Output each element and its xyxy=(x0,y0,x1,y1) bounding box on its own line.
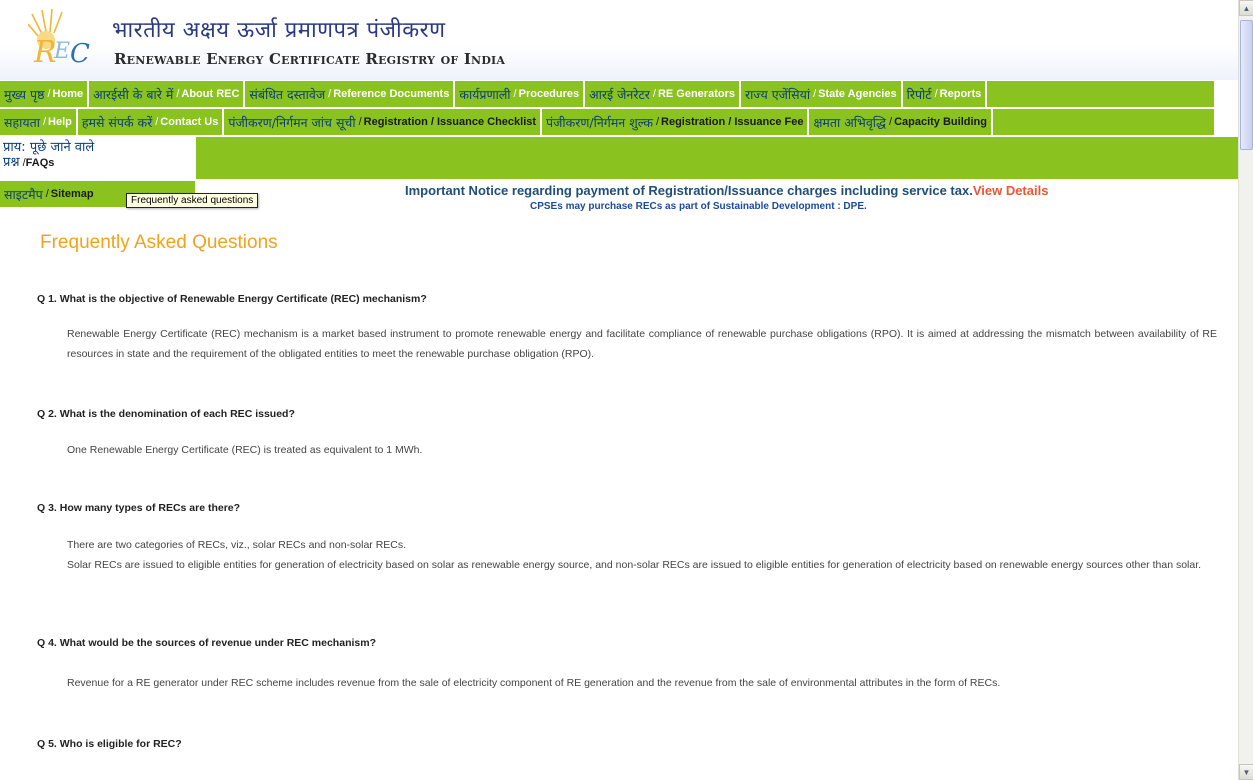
view-details-link[interactable]: View Details xyxy=(973,183,1049,198)
faq-label-line2: प्रश्न / FAQs xyxy=(3,155,55,170)
faq-question-5: Q 5. Who is eligible for REC? xyxy=(37,738,182,750)
welcome-guest-text: Welcome Guest xyxy=(1152,3,1235,15)
faq-answer-4: Revenue for a RE generator under REC sch… xyxy=(67,677,1001,689)
svg-text:C: C xyxy=(70,39,90,69)
faq-answer-3-line-1: There are two categories of RECs, viz., … xyxy=(67,539,407,551)
notice-text: Important Notice regarding payment of Re… xyxy=(405,183,973,198)
svg-text:E: E xyxy=(53,39,70,64)
faq-answer-1: Renewable Energy Certificate (REC) mecha… xyxy=(67,328,1217,360)
nav-state-agencies[interactable]: राज्य एजेंसियां / State Agencies xyxy=(741,81,903,107)
faq-answer-2: One Renewable Energy Certificate (REC) i… xyxy=(67,444,423,456)
site-header: R E C भारतीय अक्षय ऊर्जा प्रमाणपत्र पंजी… xyxy=(0,0,1238,80)
faq-tooltip: Frequently asked questions xyxy=(126,193,259,208)
main-nav-row-3: प्राय: पूछे जाने वाले प्रश्न / FAQs xyxy=(0,137,1238,179)
nav-about-rec[interactable]: आरईसी के बारे में / About REC xyxy=(89,81,246,107)
main-nav-row-1: मुख्य पृष्ठ / Home आरईसी के बारे में / About… xyxy=(0,81,1214,107)
scrollbar-thumb[interactable] xyxy=(1240,20,1253,150)
nav-faqs[interactable]: प्राय: पूछे जाने वाले प्रश्न / FAQs xyxy=(0,137,196,179)
nav-re-generators[interactable]: आरई जेनरेटर / RE Generators xyxy=(585,81,741,107)
rec-logo[interactable]: R E C xyxy=(28,6,98,72)
vertical-scrollbar[interactable]: ▲ ▼ xyxy=(1238,0,1253,780)
nav-registration-checklist[interactable]: पंजीकरण/निर्गमन जांच सूची / Registration /… xyxy=(224,109,543,135)
scroll-up-arrow-icon[interactable]: ▲ xyxy=(1239,0,1253,16)
nav-reports[interactable]: रिपोर्ट / Reports xyxy=(903,81,988,107)
faq-question-4: Q 4. What would be the sources of revenu… xyxy=(37,637,376,649)
nav-registration-fee[interactable]: पंजीकरण/निर्गमन शुल्क / Registration / Iss… xyxy=(542,109,810,135)
nav-procedures[interactable]: कार्यप्रणाली / Procedures xyxy=(455,81,586,107)
cpse-notice-link[interactable]: CPSEs may purchase RECs as part of Susta… xyxy=(530,201,867,212)
nav-sitemap[interactable]: साइटमैप / Sitemap xyxy=(0,181,98,207)
english-site-title: Renewable Energy Certificate Registry of… xyxy=(114,50,506,68)
page-title: Frequently Asked Questions xyxy=(40,232,278,253)
nav-capacity-building[interactable]: क्षमता अभिवृद्धि / Capacity Building xyxy=(809,109,993,135)
nav-contact-us[interactable]: हमसे संपर्क करें / Contact Us xyxy=(78,109,225,135)
important-notice: Important Notice regarding payment of Re… xyxy=(405,183,1048,198)
nav-help[interactable]: सहायता / Help xyxy=(0,109,78,135)
faq-question-2: Q 2. What is the denomination of each RE… xyxy=(37,408,295,420)
faq-question-3: Q 3. How many types of RECs are there? xyxy=(37,502,241,514)
nav-home[interactable]: मुख्य पृष्ठ / Home xyxy=(0,81,90,107)
faq-question-1: Q 1. What is the objective of Renewable … xyxy=(37,293,427,305)
scroll-down-arrow-icon[interactable]: ▼ xyxy=(1239,764,1253,780)
main-nav-row-2: सहायता / Help हमसे संपर्क करें / Contact Us … xyxy=(0,109,1214,135)
faq-answer-3-line-2: Solar RECs are issued to eligible entiti… xyxy=(67,559,1202,571)
hindi-site-title: भारतीय अक्षय ऊर्जा प्रमाणपत्र पंजीकरण xyxy=(112,18,446,43)
page: R E C भारतीय अक्षय ऊर्जा प्रमाणपत्र पंजी… xyxy=(0,0,1253,780)
nav-reference-documents[interactable]: संबंधित दस्तावेज / Reference Documents xyxy=(245,81,456,107)
